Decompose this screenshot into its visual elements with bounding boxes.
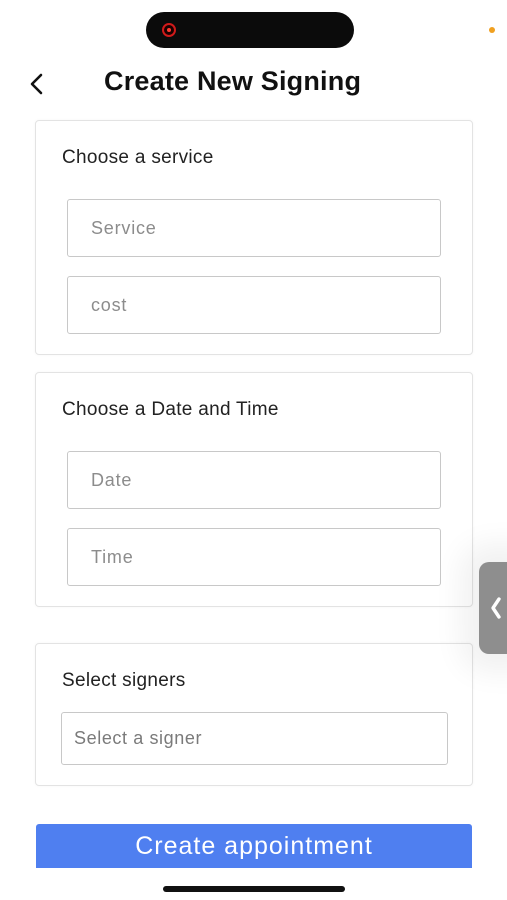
cost-field-wrapper [67, 276, 441, 334]
datetime-card-title: Choose a Date and Time [62, 399, 279, 420]
side-drawer-tab[interactable] [479, 562, 507, 654]
service-field-wrapper [67, 199, 441, 257]
signer-select-placeholder: Select a signer [74, 728, 203, 748]
cost-input[interactable] [68, 294, 440, 316]
page-title: Create New Signing [104, 66, 362, 96]
home-indicator [163, 886, 345, 892]
recording-dot-icon [162, 23, 176, 37]
chevron-left-icon [30, 73, 43, 95]
status-indicator-dot [489, 27, 495, 33]
time-field-wrapper [67, 528, 441, 586]
create-appointment-button[interactable]: Create appointment [36, 824, 472, 868]
date-field-wrapper [67, 451, 441, 509]
time-input[interactable] [68, 546, 440, 568]
dynamic-island [146, 12, 354, 48]
chevron-left-icon [491, 597, 501, 619]
service-input[interactable] [68, 217, 440, 239]
create-signing-screen: Create New Signing Choose a service Choo… [0, 0, 507, 900]
date-input[interactable] [68, 469, 440, 491]
signer-select[interactable]: Select a signer [61, 712, 448, 765]
signers-card: Select signers Select a signer [35, 643, 473, 786]
back-button[interactable] [22, 68, 50, 100]
datetime-card: Choose a Date and Time [35, 372, 473, 607]
service-card-title: Choose a service [62, 147, 214, 168]
service-card: Choose a service [35, 120, 473, 355]
signers-card-title: Select signers [62, 670, 186, 691]
